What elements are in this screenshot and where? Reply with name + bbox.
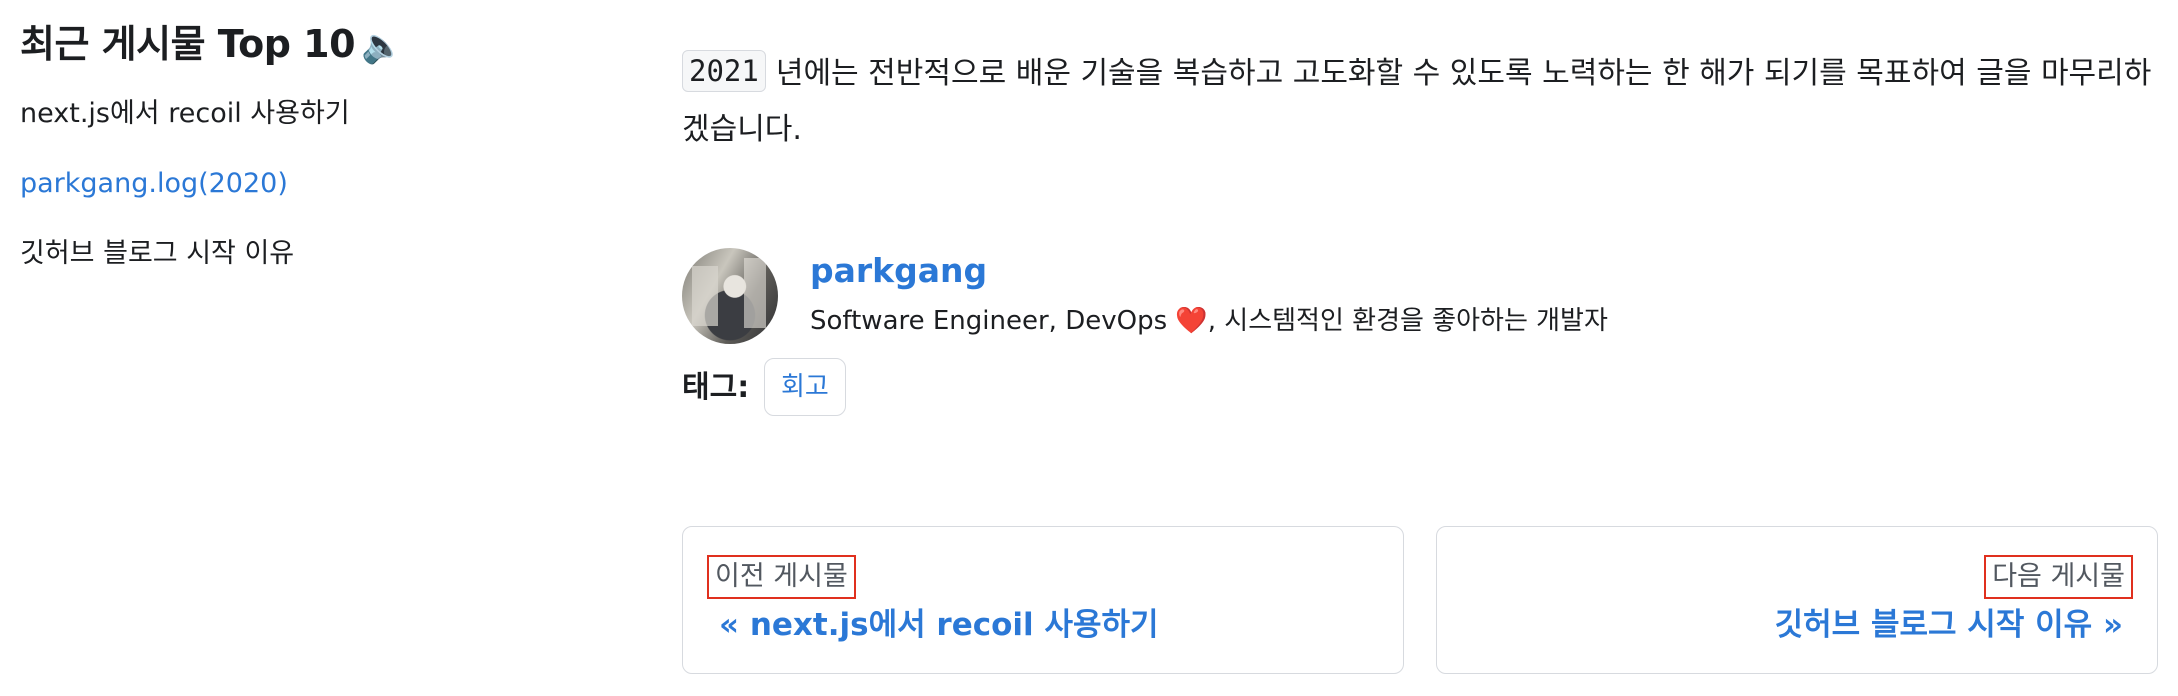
author-name-link[interactable]: parkgang <box>810 248 987 294</box>
heart-icon: ❤️ <box>1175 306 1208 336</box>
next-post-link[interactable]: 다음 게시물 깃허브 블로그 시작 이유 » <box>1436 526 2158 674</box>
article-closing-paragraph: 2021 년에는 전반적으로 배운 기술을 복습하고 고도화할 수 있도록 노력하… <box>682 46 2152 158</box>
tags-section: 태그: 회고 <box>682 358 1282 418</box>
author-card: parkgang Software Engineer, DevOps ❤️, 시… <box>682 248 2082 348</box>
previous-post-link[interactable]: 이전 게시물 « next.js에서 recoil 사용하기 <box>682 526 1404 674</box>
sidebar-title: 최근 게시물 Top 10 🔈 <box>20 18 620 72</box>
author-bio: Software Engineer, DevOps ❤️, 시스템적인 환경을 … <box>810 303 1608 339</box>
sidebar-title-text: 최근 게시물 Top 10 <box>20 22 356 66</box>
inline-code: 2021 <box>682 50 766 92</box>
next-post-sublabel: 다음 게시물 <box>1984 555 2133 599</box>
recent-post-item-active[interactable]: parkgang.log(2020) <box>20 164 620 204</box>
recent-post-item[interactable]: 깃허브 블로그 시작 이유 <box>20 234 620 274</box>
avatar[interactable] <box>682 248 778 344</box>
avatar-photo-detail <box>692 266 718 326</box>
previous-post-sublabel: 이전 게시물 <box>707 555 856 599</box>
tag-chip[interactable]: 회고 <box>764 358 846 416</box>
speaker-icon: 🔈 <box>361 26 403 66</box>
tags-label: 태그: <box>682 370 750 405</box>
post-pagination: 이전 게시물 « next.js에서 recoil 사용하기 다음 게시물 깃허… <box>682 526 2158 676</box>
previous-post-title: « next.js에서 recoil 사용하기 <box>719 607 1159 643</box>
author-bio-prefix: Software Engineer, DevOps <box>810 306 1168 336</box>
paragraph-text: 년에는 전반적으로 배운 기술을 복습하고 고도화할 수 있도록 노력하는 한 … <box>682 56 2152 147</box>
author-bio-suffix: , 시스템적인 환경을 좋아하는 개발자 <box>1207 306 1608 336</box>
recent-posts-list: next.js에서 recoil 사용하기 parkgang.log(2020)… <box>20 94 620 274</box>
avatar-photo-detail <box>744 258 766 328</box>
next-post-title: 깃허브 블로그 시작 이유 » <box>1774 607 2123 643</box>
recent-posts-sidebar: 최근 게시물 Top 10 🔈 next.js에서 recoil 사용하기 par… <box>20 18 620 304</box>
recent-post-item[interactable]: next.js에서 recoil 사용하기 <box>20 94 620 134</box>
